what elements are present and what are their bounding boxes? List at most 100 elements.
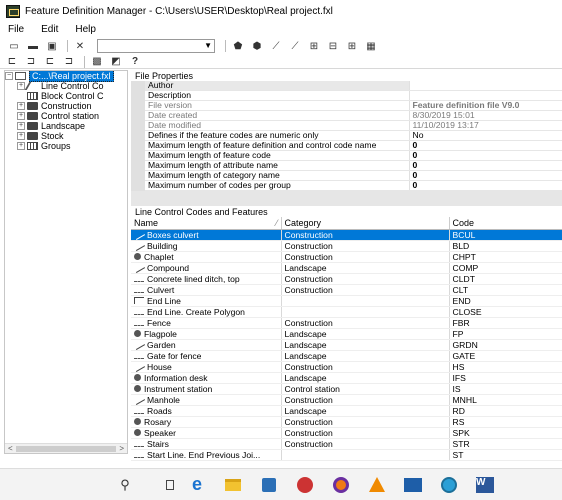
powershell-button[interactable] (400, 474, 426, 496)
property-value[interactable]: 0 (409, 150, 562, 161)
scroll-thumb[interactable] (15, 445, 117, 452)
table-row[interactable]: Chaplet Construction CHPT (131, 251, 562, 263)
firefox-button[interactable] (328, 474, 354, 496)
table-row[interactable]: Compound Landscape COMP (131, 262, 562, 274)
expand-icon[interactable]: + (17, 142, 25, 150)
add-block-icon[interactable]: ⊞ (344, 39, 360, 53)
property-value[interactable]: 0 (409, 160, 562, 171)
table-row[interactable]: Culvert Construction CLT (131, 284, 562, 296)
property-row[interactable]: File version Feature definition file V9.0 (131, 100, 562, 111)
table-row[interactable]: Manhole Construction MNHL (131, 394, 562, 406)
globe-button[interactable] (436, 474, 462, 496)
table-row[interactable]: Building Construction BLD (131, 240, 562, 252)
tree-item-control-station[interactable]: + Control station (5, 111, 127, 121)
property-row[interactable]: Maximum length of category name 0 (131, 170, 562, 181)
table-row[interactable]: Gate for fence Landscape GATE (131, 350, 562, 362)
property-row[interactable]: Date modified 11/10/2019 13:17 (131, 120, 562, 131)
table-row[interactable]: House Construction HS (131, 361, 562, 373)
search-icon[interactable]: ⚲ (112, 474, 138, 496)
add-feature-icon[interactable]: ⬟ (230, 39, 246, 53)
table-row[interactable]: Rosary Construction RS (131, 416, 562, 428)
feature-tree[interactable]: − C:...\Real project.fxl + Line Control … (4, 70, 128, 454)
tree-item-groups[interactable]: + Groups (5, 141, 127, 151)
property-row[interactable]: Maximum length of feature definition and… (131, 140, 562, 151)
table-row[interactable]: End Line END (131, 295, 562, 307)
column-header-code[interactable]: Code (449, 217, 562, 230)
table-row[interactable]: Stairs Construction STR (131, 438, 562, 450)
table-row[interactable]: Garden Landscape GRDN (131, 339, 562, 351)
tree-item-stock[interactable]: + Stock (5, 131, 127, 141)
property-value[interactable] (409, 81, 562, 91)
add-point-icon[interactable]: ⬢ (249, 39, 265, 53)
table-row[interactable]: Start Line. End Previous Joi... ST (131, 449, 562, 461)
table-row[interactable]: Concrete lined ditch, top Construction CLD… (131, 273, 562, 285)
app-button[interactable] (292, 474, 318, 496)
property-value[interactable]: 0 (409, 170, 562, 181)
save-icon[interactable]: ▣ (44, 39, 60, 53)
column-header-name[interactable]: Name ⁄ (131, 217, 282, 230)
add-attribute-icon[interactable]: ⊞ (306, 39, 322, 53)
file-explorer-button[interactable] (220, 474, 246, 496)
menu-help[interactable]: Help (73, 24, 98, 35)
table-row[interactable]: Flagpole Landscape FP (131, 328, 562, 340)
settings-icon[interactable]: ▩ (89, 55, 105, 69)
property-row[interactable]: Maximum length of feature code 0 (131, 150, 562, 161)
table-row[interactable]: Fence Construction FBR (131, 317, 562, 329)
new-file-icon[interactable]: ▭ (6, 39, 22, 53)
property-row[interactable]: Date created 8/30/2019 15:01 (131, 110, 562, 121)
tree-item-line-control[interactable]: + Line Control Co (5, 81, 127, 91)
expand-icon[interactable]: + (17, 102, 25, 110)
task-view-button[interactable] (148, 474, 174, 496)
table-row[interactable]: Information desk Landscape IFS (131, 372, 562, 384)
menu-file[interactable]: File (6, 24, 26, 35)
property-row[interactable]: Description (131, 90, 562, 101)
expand-icon[interactable]: + (17, 122, 25, 130)
tree-horizontal-scrollbar[interactable]: < > (5, 443, 127, 453)
scroll-right-icon[interactable]: > (119, 444, 124, 453)
property-value[interactable] (409, 90, 562, 101)
expand-icon[interactable]: + (17, 112, 25, 120)
tree-item-block-control[interactable]: Block Control C (5, 91, 127, 101)
add-control-code-icon[interactable]: ⊟ (325, 39, 341, 53)
property-value[interactable]: No (409, 130, 562, 141)
vlc-button[interactable] (364, 474, 390, 496)
property-row[interactable]: Author (131, 81, 562, 91)
export-icon[interactable]: ⊐ (61, 55, 77, 69)
add-line-icon[interactable]: ⟋ (268, 39, 284, 53)
collapse-icon[interactable]: ⊐ (23, 55, 39, 69)
import-icon[interactable]: ⊏ (42, 55, 58, 69)
add-polygon-icon[interactable]: ⟋ (287, 39, 303, 53)
property-value[interactable]: 11/10/2019 13:17 (409, 120, 562, 131)
expand-icon[interactable]: + (17, 132, 25, 140)
menu-edit[interactable]: Edit (39, 24, 60, 35)
delete-icon[interactable]: ✕ (72, 39, 88, 53)
property-row[interactable]: Defines if the feature codes are numeric… (131, 130, 562, 141)
table-row[interactable]: Instrument station Control station IS (131, 383, 562, 395)
table-row[interactable]: End Line. Create Polygon CLOSE (131, 306, 562, 318)
scroll-left-icon[interactable]: < (8, 444, 13, 453)
add-group-icon[interactable]: ▦ (363, 39, 379, 53)
property-value[interactable]: Feature definition file V9.0 (409, 100, 562, 111)
feature-combo[interactable]: ▼ (97, 39, 215, 53)
edge-icon[interactable]: e (184, 474, 210, 496)
property-row[interactable]: Maximum length of attribute name 0 (131, 160, 562, 171)
collapse-icon[interactable]: − (5, 72, 13, 80)
help-button[interactable]: ? (127, 55, 143, 69)
property-value[interactable]: 0 (409, 140, 562, 151)
store-button[interactable] (256, 474, 282, 496)
column-header-category[interactable]: Category (281, 217, 450, 230)
table-row[interactable]: Speaker Construction SPK (131, 427, 562, 439)
library-icon[interactable]: ◩ (108, 55, 124, 69)
tree-root[interactable]: − C:...\Real project.fxl (5, 71, 127, 82)
expand-icon[interactable]: ⊏ (4, 55, 20, 69)
word-button[interactable]: W (472, 474, 498, 496)
open-folder-icon[interactable]: ▬ (25, 39, 41, 53)
property-value[interactable]: 8/30/2019 15:01 (409, 110, 562, 121)
table-row[interactable]: Boxes culvert Construction BCUL (131, 229, 562, 241)
property-value[interactable]: 0 (409, 180, 562, 191)
expand-icon[interactable]: + (17, 82, 25, 90)
property-row[interactable]: Maximum number of codes per group 0 (131, 180, 562, 191)
tree-item-landscape[interactable]: + Landscape (5, 121, 127, 131)
tree-item-construction[interactable]: + Construction (5, 101, 127, 111)
table-row[interactable]: Roads Landscape RD (131, 405, 562, 417)
